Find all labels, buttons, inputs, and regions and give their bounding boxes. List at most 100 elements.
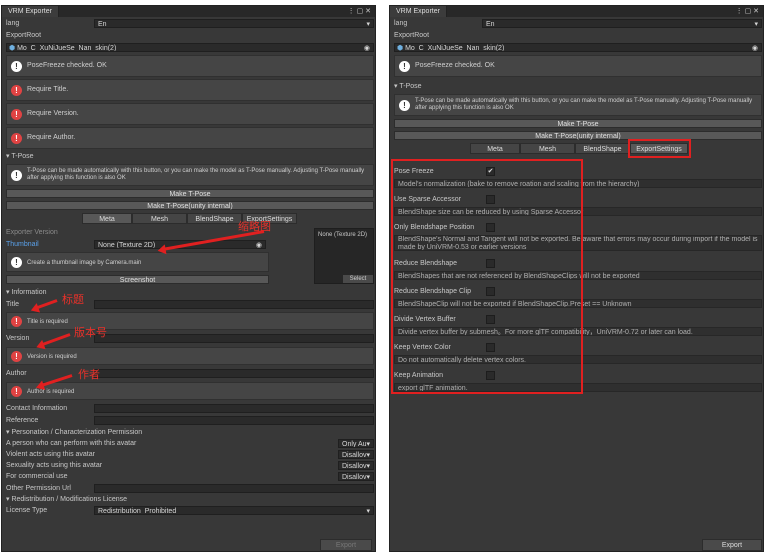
- left-license-dropdown[interactable]: Redistribution_Prohibited: [94, 506, 374, 515]
- right-tpose-help-text: T-Pose can be made automatically with th…: [415, 98, 753, 111]
- left-export-root-field[interactable]: ⬢ Mo_C_XuNiJueSe_Nan_skin(2) ◉: [6, 43, 374, 52]
- left-author-input[interactable]: [94, 369, 374, 378]
- left-perm-row-label: For commercial use: [6, 473, 68, 480]
- right-tpose-foldout[interactable]: ▾ T-Pose: [394, 82, 422, 92]
- left-tab-blendshape[interactable]: BlendShape: [187, 213, 242, 224]
- right-msg-posefreeze: ! PoseFreeze checked. OK: [394, 55, 762, 77]
- left-perm-row-dropdown[interactable]: Only Au: [338, 439, 374, 448]
- right-tpose-header: T-Pose: [399, 83, 422, 90]
- warning-icon: !: [11, 61, 22, 72]
- right-tpose-help: ! T-Pose can be made automatically with …: [394, 94, 762, 116]
- left-screenshot-button[interactable]: Screenshot: [6, 275, 269, 284]
- left-msg-posefreeze: ! PoseFreeze checked. OK: [6, 55, 374, 77]
- left-thumbnail-help: ! Create a thumbnail image by Camera.mai…: [6, 252, 269, 272]
- left-object-picker-icon[interactable]: ◉: [364, 44, 370, 51]
- left-perm-row-dropdown[interactable]: Disallov: [338, 461, 374, 470]
- left-license-label: License Type: [6, 507, 48, 514]
- right-tab-blendshape[interactable]: BlendShape: [575, 143, 630, 154]
- right-tab-mesh[interactable]: Mesh: [520, 143, 575, 154]
- left-personation-foldout[interactable]: ▾ Personation / Characterization Permiss…: [6, 428, 142, 438]
- left-msg-author: ! Require Author.: [6, 127, 374, 149]
- right-lang-label: lang: [394, 20, 408, 27]
- right-object-picker-icon[interactable]: ◉: [752, 44, 758, 51]
- left-version-label: Version: [6, 335, 30, 342]
- error-icon: !: [11, 133, 22, 144]
- right-msg-posefreeze-text: PoseFreeze checked. OK: [415, 62, 495, 69]
- right-tab-meta[interactable]: Meta: [470, 143, 520, 154]
- error-icon: !: [11, 109, 22, 120]
- left-msg-title: ! Require Title.: [6, 79, 374, 101]
- left-preview-label: None (Texture 2D): [318, 232, 368, 238]
- left-export-root-label: ExportRoot: [6, 32, 42, 39]
- right-vrm-exporter-window: VRM Exporter ⋮ ▢ ✕ lang En ExportRoot ⬢ …: [389, 5, 764, 552]
- left-window-controls-icon[interactable]: ⋮ ▢ ✕: [348, 6, 371, 17]
- left-reference-label: Reference: [6, 417, 39, 424]
- annotation-arrow-title: [35, 299, 58, 310]
- right-make-tpose-internal-button[interactable]: Make T-Pose(unity internal): [394, 131, 762, 140]
- left-lang-label: lang: [6, 20, 20, 27]
- annotation-box-settings: [391, 159, 583, 394]
- error-icon: !: [11, 85, 22, 96]
- right-export-root-field[interactable]: ⬢ Mo_C_XuNiJueSe_Nan_skin(2) ◉: [394, 43, 762, 52]
- left-lang-dropdown[interactable]: En: [94, 19, 374, 28]
- left-contact-input[interactable]: [94, 404, 374, 413]
- left-other-perm-label: Other Permission Url: [6, 485, 71, 492]
- right-model-icon: ⬢: [397, 45, 406, 52]
- left-reference-input[interactable]: [94, 416, 374, 425]
- left-make-tpose-internal-button[interactable]: Make T-Pose(unity internal): [6, 201, 374, 210]
- left-personation-header: Personation / Characterization Permissio…: [11, 429, 143, 436]
- left-model-icon: ⬢: [9, 45, 18, 52]
- left-make-tpose-button[interactable]: Make T-Pose: [6, 189, 374, 198]
- right-window-tab[interactable]: VRM Exporter: [390, 6, 447, 17]
- warning-icon: !: [399, 100, 410, 111]
- left-title-required: ! Title is required: [6, 312, 374, 330]
- left-export-button[interactable]: Export: [320, 539, 372, 551]
- left-perm-row-label: A person who can perform with this avata…: [6, 440, 137, 447]
- annotation-author: 作者: [78, 369, 100, 381]
- left-thumbnail-picker-icon[interactable]: ◉: [256, 241, 262, 248]
- annotation-version: 版本号: [74, 327, 107, 339]
- left-title-input[interactable]: [94, 300, 374, 309]
- left-author-label: Author: [6, 370, 27, 377]
- left-perm-row-dropdown[interactable]: Disallov: [338, 450, 374, 459]
- left-thumbnail-preview[interactable]: None (Texture 2D) Select: [314, 228, 374, 284]
- annotation-arrow-version: [41, 333, 71, 347]
- left-msg-title-text: Require Title.: [27, 86, 69, 93]
- left-information-foldout[interactable]: ▾ Information: [6, 288, 47, 298]
- error-icon: !: [11, 386, 22, 397]
- warning-icon: !: [11, 257, 22, 268]
- left-perm-row-dropdown[interactable]: Disallov: [338, 472, 374, 481]
- right-make-tpose-button[interactable]: Make T-Pose: [394, 119, 762, 128]
- left-version-required-text: Version is required: [27, 354, 77, 360]
- left-tab-mesh[interactable]: Mesh: [132, 213, 187, 224]
- error-icon: !: [11, 351, 22, 362]
- left-redistribution-foldout[interactable]: ▾ Redistribution / Modifications License: [6, 495, 127, 505]
- left-thumbnail-value: None (Texture 2D): [98, 242, 156, 249]
- left-preview-select-button[interactable]: Select: [343, 275, 373, 283]
- left-tpose-foldout[interactable]: ▾ T-Pose: [6, 152, 34, 162]
- right-export-button[interactable]: Export: [702, 539, 762, 551]
- left-perm-row-label: Sexuality acts using this avatar: [6, 462, 103, 469]
- error-icon: !: [11, 316, 22, 327]
- left-version-input[interactable]: [94, 334, 374, 343]
- left-tpose-header: T-Pose: [11, 153, 34, 160]
- left-author-required: ! Author is required: [6, 382, 374, 400]
- left-msg-version: ! Require Version.: [6, 103, 374, 125]
- warning-icon: !: [11, 170, 22, 181]
- right-window-controls-icon[interactable]: ⋮ ▢ ✕: [736, 6, 759, 17]
- left-exporter-version-label: Exporter Version: [6, 229, 58, 236]
- annotation-box-exportsettings: [628, 139, 691, 158]
- left-thumbnail-help-text: Create a thumbnail image by Camera.main: [27, 260, 142, 266]
- left-vrm-exporter-window: VRM Exporter ⋮ ▢ ✕ lang En ExportRoot ⬢ …: [1, 5, 376, 552]
- annotation-title: 标题: [62, 294, 84, 306]
- left-thumbnail-label: Thumbnail: [6, 241, 39, 248]
- left-tpose-help: ! T-Pose can be made automatically with …: [6, 164, 374, 186]
- left-msg-version-text: Require Version.: [27, 110, 79, 117]
- left-window-tab[interactable]: VRM Exporter: [2, 6, 59, 17]
- right-export-root-label: ExportRoot: [394, 32, 430, 39]
- left-perm-row-label: Violent acts using this avatar: [6, 451, 95, 458]
- left-other-perm-input[interactable]: [94, 484, 374, 493]
- left-msg-author-text: Require Author.: [27, 134, 76, 141]
- left-tab-meta[interactable]: Meta: [82, 213, 132, 224]
- right-lang-dropdown[interactable]: En: [482, 19, 762, 28]
